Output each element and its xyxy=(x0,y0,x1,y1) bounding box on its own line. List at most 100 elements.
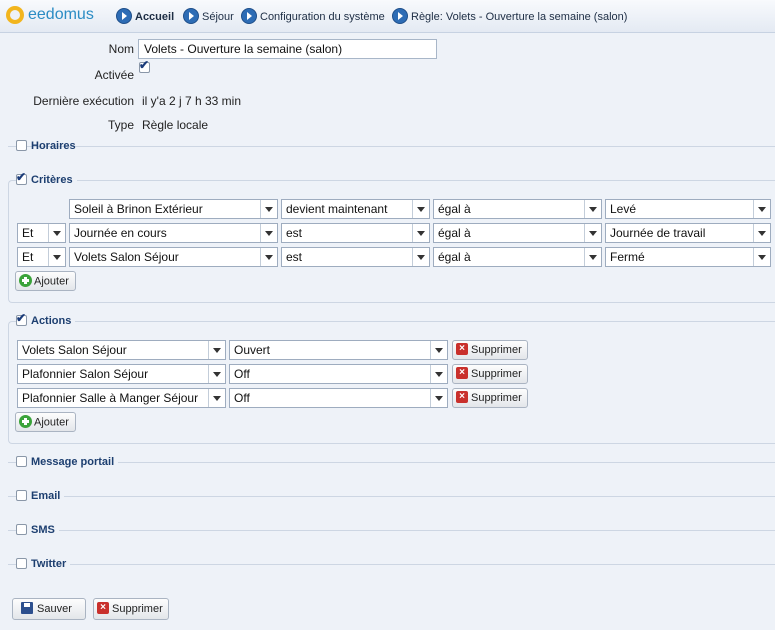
actions-checkbox[interactable] xyxy=(16,311,27,326)
action-2-device-select[interactable]: Plafonnier Salon Séjour xyxy=(17,364,226,384)
save-button[interactable]: Sauver xyxy=(12,598,86,620)
critere-1-device-select[interactable]: Soleil à Brinon Extérieur xyxy=(69,199,278,219)
select-value: Volets Salon Séjour xyxy=(74,250,179,264)
button-label: Sauver xyxy=(37,603,72,615)
action-2-delete-button[interactable]: × Supprimer xyxy=(452,364,528,384)
select-value: Fermé xyxy=(610,250,645,264)
sms-checkbox[interactable] xyxy=(16,523,27,535)
select-value: égal à xyxy=(438,226,471,240)
chevron-down-icon xyxy=(584,248,601,266)
section-actions[interactable]: Actions xyxy=(16,311,76,327)
select-value: Levé xyxy=(610,202,637,216)
nom-input[interactable] xyxy=(138,39,437,59)
logo-text: eedomus xyxy=(28,6,94,23)
button-label: Supprimer xyxy=(112,603,163,615)
chevron-down-icon xyxy=(260,248,277,266)
select-value: est xyxy=(286,226,303,240)
select-value: est xyxy=(286,250,303,264)
critere-3-value-select[interactable]: Fermé xyxy=(605,247,771,267)
criteres-add-button[interactable]: Ajouter xyxy=(15,271,76,291)
delete-icon: × xyxy=(97,602,109,615)
select-value: devient maintenant xyxy=(286,202,388,216)
action-1-delete-button[interactable]: × Supprimer xyxy=(452,340,528,360)
select-value: Off xyxy=(234,391,250,405)
select-value: égal à xyxy=(438,250,471,264)
section-sms[interactable]: SMS xyxy=(16,523,59,536)
type-label: Type xyxy=(107,118,134,132)
select-value: Plafonnier Salon Séjour xyxy=(22,367,149,381)
section-divider xyxy=(8,462,775,463)
email-checkbox[interactable] xyxy=(16,489,27,501)
select-value: Ouvert xyxy=(234,343,271,357)
section-divider xyxy=(8,496,775,497)
top-navigation-bar: eedomus Accueil Séjour Configuration du … xyxy=(0,0,775,33)
criteres-checkbox[interactable] xyxy=(16,170,27,185)
activee-checkbox[interactable] xyxy=(139,58,150,73)
section-horaires[interactable]: Horaires xyxy=(16,139,76,152)
section-twitter[interactable]: Twitter xyxy=(16,557,71,570)
chevron-down-icon xyxy=(412,248,429,266)
section-title: Twitter xyxy=(31,558,67,570)
breadcrumb-sejour[interactable]: Séjour xyxy=(183,8,234,25)
section-email[interactable]: Email xyxy=(16,489,65,502)
actions-add-button[interactable]: Ajouter xyxy=(15,412,76,432)
activee-label: Activée xyxy=(94,68,134,82)
critere-2-value-select[interactable]: Journée de travail xyxy=(605,223,771,243)
critere-2-device-select[interactable]: Journée en cours xyxy=(69,223,278,243)
button-label: Ajouter xyxy=(34,275,69,288)
breadcrumb-accueil[interactable]: Accueil xyxy=(116,8,174,25)
eedomus-logo-icon xyxy=(6,6,24,24)
critere-3-connector-select[interactable]: Et xyxy=(17,247,66,267)
select-value: égal à xyxy=(438,202,471,216)
chevron-down-icon xyxy=(430,341,447,359)
button-label: Supprimer xyxy=(471,392,522,404)
section-criteres[interactable]: Critères xyxy=(16,170,77,186)
chevron-down-icon xyxy=(584,200,601,218)
action-3-delete-button[interactable]: × Supprimer xyxy=(452,388,528,408)
message-portail-checkbox[interactable] xyxy=(16,455,27,467)
chevron-down-icon xyxy=(48,248,65,266)
select-value: Et xyxy=(22,226,34,240)
arrow-circle-icon xyxy=(116,8,132,24)
chevron-down-icon xyxy=(753,224,770,242)
section-title: Critères xyxy=(31,174,73,186)
delete-rule-button[interactable]: × Supprimer xyxy=(93,598,169,620)
chevron-down-icon xyxy=(208,389,225,407)
chevron-down-icon xyxy=(753,248,770,266)
section-divider xyxy=(8,530,775,531)
twitter-checkbox[interactable] xyxy=(16,557,27,569)
critere-3-device-select[interactable]: Volets Salon Séjour xyxy=(69,247,278,267)
chevron-down-icon xyxy=(48,224,65,242)
breadcrumb-regle[interactable]: Règle: Volets - Ouverture la semaine (sa… xyxy=(392,8,628,25)
critere-2-operator-select[interactable]: égal à xyxy=(433,223,602,243)
critere-3-condition-select[interactable]: est xyxy=(281,247,430,267)
button-label: Supprimer xyxy=(471,368,522,380)
critere-2-condition-select[interactable]: est xyxy=(281,223,430,243)
horaires-checkbox[interactable] xyxy=(16,139,27,151)
chevron-down-icon xyxy=(208,341,225,359)
section-message-portail[interactable]: Message portail xyxy=(16,455,119,468)
critere-2-connector-select[interactable]: Et xyxy=(17,223,66,243)
select-value: Journée de travail xyxy=(610,226,706,240)
action-3-device-select[interactable]: Plafonnier Salle à Manger Séjour xyxy=(17,388,226,408)
chevron-down-icon xyxy=(430,365,447,383)
action-3-value-select[interactable]: Off xyxy=(229,388,448,408)
chevron-down-icon xyxy=(753,200,770,218)
section-title: Horaires xyxy=(31,140,76,152)
chevron-down-icon xyxy=(208,365,225,383)
add-icon xyxy=(19,274,32,287)
section-title: Actions xyxy=(31,315,72,327)
critere-1-value-select[interactable]: Levé xyxy=(605,199,771,219)
critere-3-operator-select[interactable]: égal à xyxy=(433,247,602,267)
button-label: Ajouter xyxy=(34,416,69,429)
breadcrumb-label: Règle: Volets - Ouverture la semaine (sa… xyxy=(411,10,628,23)
section-title: Message portail xyxy=(31,456,115,468)
critere-1-operator-select[interactable]: égal à xyxy=(433,199,602,219)
action-2-value-select[interactable]: Off xyxy=(229,364,448,384)
critere-1-condition-select[interactable]: devient maintenant xyxy=(281,199,430,219)
action-1-device-select[interactable]: Volets Salon Séjour xyxy=(17,340,226,360)
derniere-execution-label: Dernière exécution xyxy=(33,94,134,108)
action-1-value-select[interactable]: Ouvert xyxy=(229,340,448,360)
breadcrumb-configuration[interactable]: Configuration du système xyxy=(241,8,385,25)
breadcrumb-label: Configuration du système xyxy=(260,10,385,23)
